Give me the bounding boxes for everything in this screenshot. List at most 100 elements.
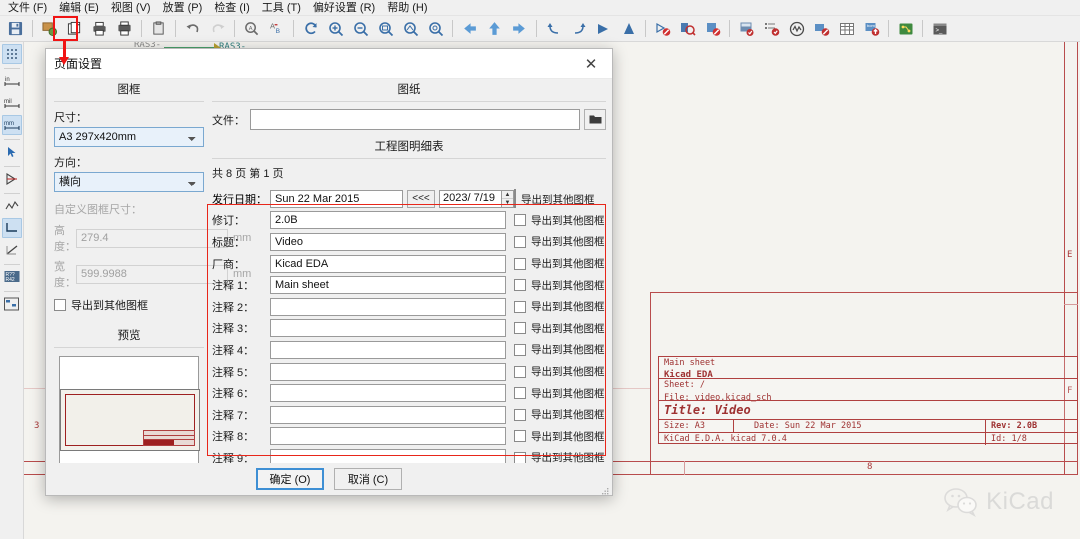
save-icon[interactable] [5, 18, 26, 39]
field-export-checkbox[interactable] [514, 408, 526, 421]
field-export-checkbox[interactable] [514, 235, 526, 248]
menu-help[interactable]: 帮助 (H) [381, 0, 433, 16]
netlist-icon[interactable] [736, 18, 757, 39]
page-size-select[interactable]: A3 297x420mm [54, 127, 204, 147]
field-export-checkbox[interactable] [514, 322, 526, 335]
field-export-checkbox[interactable] [514, 300, 526, 313]
units-mil-icon[interactable]: mil [2, 93, 22, 113]
field-export-row[interactable]: 导出到其他图框 [514, 299, 605, 314]
field-input[interactable] [270, 340, 506, 359]
field-input[interactable] [270, 254, 506, 273]
simulator-icon[interactable] [786, 18, 807, 39]
field-export-row[interactable]: 导出到其他图框 [514, 234, 605, 249]
plot-icon[interactable] [114, 18, 135, 39]
height-input[interactable] [76, 228, 228, 248]
file-input[interactable] [250, 109, 580, 130]
cursor-icon[interactable] [2, 142, 22, 162]
rotate-ccw-icon[interactable] [543, 18, 564, 39]
redo-icon[interactable] [207, 18, 228, 39]
date-picker-value[interactable]: 2023/ 7/19 [439, 189, 501, 208]
zoom-objects-icon[interactable] [400, 18, 421, 39]
orientation-select[interactable]: 横向 [54, 172, 204, 192]
date-picker[interactable]: 2023/ 7/19 ▲ ▼ [439, 189, 514, 208]
field-input[interactable] [270, 405, 506, 424]
bom-export-icon[interactable]: bom [861, 18, 882, 39]
date-export-row[interactable]: 导出到其他图框 [514, 188, 595, 208]
spinner-up-icon[interactable]: ▲ [502, 191, 513, 200]
rotate-cw-icon[interactable] [568, 18, 589, 39]
paste-icon[interactable] [148, 18, 169, 39]
date-export-checkbox[interactable] [514, 188, 516, 208]
field-input[interactable] [270, 211, 506, 230]
date-previous-button[interactable]: <<< [407, 189, 435, 208]
field-export-checkbox[interactable] [514, 365, 526, 378]
spinner-down-icon[interactable]: ▼ [502, 199, 513, 207]
zoom-in-icon[interactable] [325, 18, 346, 39]
hierarchy-icon[interactable] [2, 294, 22, 314]
console-icon[interactable]: >_ [929, 18, 950, 39]
spreadsheet-icon[interactable] [836, 18, 857, 39]
field-input[interactable] [270, 319, 506, 338]
units-inch-icon[interactable]: in [2, 71, 22, 91]
erc-icon[interactable] [677, 18, 698, 39]
symbol-checker-icon[interactable] [702, 18, 723, 39]
field-input[interactable] [270, 276, 506, 295]
menu-view[interactable]: 视图 (V) [105, 0, 157, 16]
field-export-row[interactable]: 导出到其他图框 [514, 342, 605, 357]
field-export-row[interactable]: 导出到其他图框 [514, 278, 605, 293]
annotate-icon[interactable] [652, 18, 673, 39]
field-input[interactable] [270, 297, 506, 316]
pcb-editor-icon[interactable] [895, 18, 916, 39]
forward-icon[interactable] [509, 18, 530, 39]
field-export-checkbox[interactable] [514, 343, 526, 356]
print-icon[interactable] [89, 18, 110, 39]
field-input[interactable] [270, 384, 506, 403]
menu-place[interactable]: 放置 (P) [157, 0, 209, 16]
refresh-icon[interactable] [300, 18, 321, 39]
menu-file[interactable]: 文件 (F) [2, 0, 53, 16]
field-input[interactable] [270, 427, 506, 446]
field-export-row[interactable]: 导出到其他图框 [514, 213, 605, 228]
back-icon[interactable] [459, 18, 480, 39]
field-export-checkbox[interactable] [514, 257, 526, 270]
field-export-checkbox[interactable] [514, 387, 526, 400]
close-icon[interactable]: ✕ [578, 53, 604, 75]
find-icon[interactable]: A [241, 18, 262, 39]
field-input[interactable] [270, 362, 506, 381]
ok-button[interactable]: 确定 (O) [256, 468, 324, 490]
menu-edit[interactable]: 编辑 (E) [53, 0, 105, 16]
footprint-editor-icon[interactable] [811, 18, 832, 39]
bom-icon[interactable] [761, 18, 782, 39]
grid-settings-icon[interactable] [1, 44, 22, 64]
width-input[interactable] [76, 264, 228, 284]
annotation-ref-icon[interactable]: R?? R42 [2, 267, 22, 287]
any-angle-icon[interactable] [2, 240, 22, 260]
zoom-out-icon[interactable] [350, 18, 371, 39]
resize-grip[interactable] [600, 483, 609, 495]
units-mm-icon[interactable]: mm [1, 115, 22, 135]
field-export-row[interactable]: 导出到其他图框 [514, 407, 605, 422]
field-export-row[interactable]: 导出到其他图框 [514, 256, 605, 271]
h-v-lines-icon[interactable] [1, 218, 22, 238]
issue-date-input[interactable] [270, 189, 403, 208]
wire-style-icon[interactable] [2, 196, 22, 216]
field-export-row[interactable]: 导出到其他图框 [514, 364, 605, 379]
zoom-fit-icon[interactable] [375, 18, 396, 39]
field-export-checkbox[interactable] [514, 214, 526, 227]
mirror-h-icon[interactable] [593, 18, 614, 39]
field-export-checkbox[interactable] [514, 279, 526, 292]
zoom-area-icon[interactable] [425, 18, 446, 39]
field-export-row[interactable]: 导出到其他图框 [514, 429, 605, 444]
field-export-row[interactable]: 导出到其他图框 [514, 386, 605, 401]
find-replace-icon[interactable]: AB [266, 18, 287, 39]
cancel-button[interactable]: 取消 (C) [334, 468, 402, 490]
field-input[interactable] [270, 232, 506, 251]
menu-preferences[interactable]: 偏好设置 (R) [307, 0, 381, 16]
hidden-pins-icon[interactable] [2, 169, 22, 189]
up-icon[interactable] [484, 18, 505, 39]
field-export-row[interactable]: 导出到其他图框 [514, 321, 605, 336]
date-spinner[interactable]: ▲ ▼ [501, 189, 514, 208]
undo-icon[interactable] [182, 18, 203, 39]
frame-export-checkbox-row[interactable]: 导出到其他图框 [54, 297, 204, 313]
menu-inspect[interactable]: 检查 (I) [208, 0, 255, 16]
